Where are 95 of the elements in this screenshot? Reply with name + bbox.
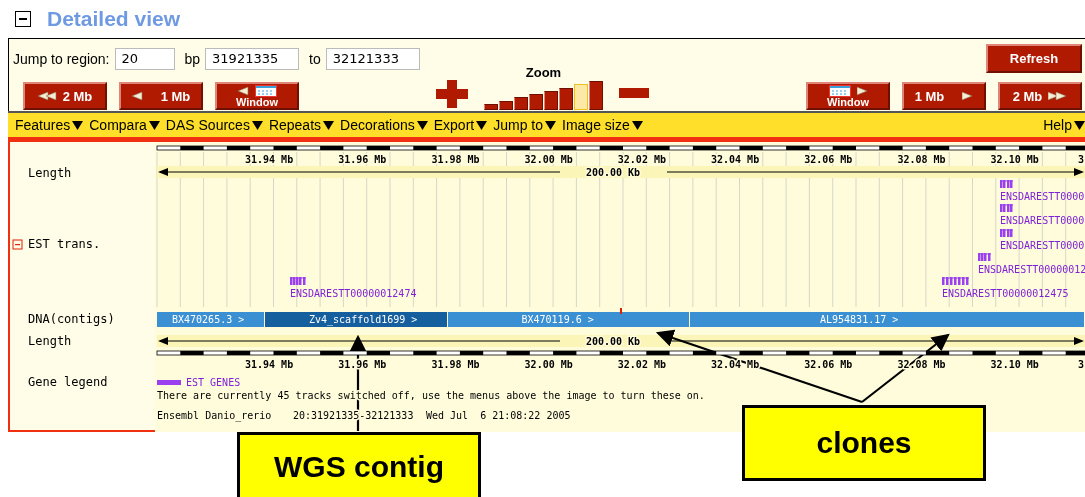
transcript-drawing: [977, 253, 992, 261]
menu-item[interactable]: Repeats: [268, 117, 335, 133]
zoom-level-button[interactable]: [559, 87, 573, 110]
zoom-level-button[interactable]: [499, 100, 513, 110]
callout-label: clones: [742, 405, 986, 481]
tick-label: 31.94 Mb: [245, 154, 294, 165]
transcript-drawing: [941, 277, 970, 285]
transcript-label: ENSDARESTT00000012474: [290, 288, 417, 299]
contig-label: BX470265.3 >: [172, 314, 245, 325]
length-label: 200.00 Kb: [585, 167, 641, 178]
legend-swatch: [157, 380, 181, 385]
track-toggle[interactable]: [12, 239, 23, 250]
track-label: DNA(contigs): [28, 312, 115, 326]
footer-text: Wed Jul 6 21:08:22 2005: [426, 410, 571, 421]
to-label: to: [309, 50, 321, 67]
transcript-drawing: [999, 229, 1014, 237]
track-label: Length: [28, 166, 72, 180]
zoom-in-button[interactable]: [436, 80, 468, 108]
position-marker: [620, 308, 622, 314]
chromosome-field[interactable]: 20: [114, 47, 175, 70]
tick-label: 32.02 Mb: [617, 154, 666, 165]
window-forward-button[interactable]: Window: [806, 82, 890, 110]
section-title: Detailed view: [47, 7, 181, 31]
back-button[interactable]: 1 Mb: [119, 82, 203, 110]
caret-icon: [323, 120, 335, 130]
tick-label: 31.98 Mb: [431, 359, 480, 370]
tick-label: 3: [1078, 154, 1085, 165]
double-arrow-right-icon: [1048, 91, 1068, 101]
caret-icon: [476, 120, 488, 130]
end-field[interactable]: 32121333: [325, 47, 420, 70]
caret-icon: [251, 120, 263, 130]
zoom-level-button[interactable]: [589, 80, 603, 110]
transcript-drawing: [999, 204, 1014, 212]
transcript-label: ENSDARESTT0000: [1000, 191, 1085, 202]
tick-label: 32.08 Mb: [897, 154, 946, 165]
contig-label: AL954831.17 >: [820, 314, 899, 325]
zoom-label: Zoom: [525, 64, 562, 80]
caret-icon: [1074, 120, 1085, 130]
window-icon: [254, 84, 277, 97]
menu-item[interactable]: Image size: [562, 117, 643, 133]
arrow-right-icon: [856, 85, 868, 96]
forward-button[interactable]: 1 Mb: [902, 82, 986, 110]
window-back-button[interactable]: Window: [215, 82, 299, 110]
transcript-label: ENSDARESTT00000012475: [942, 288, 1069, 299]
tick-label: 31.94 Mb: [245, 359, 294, 370]
track-label: Gene legend: [28, 375, 108, 389]
menu-item[interactable]: Help: [1043, 117, 1085, 133]
menu-item[interactable]: Decorations: [340, 117, 428, 133]
tick-label: 31.98 Mb: [431, 154, 480, 165]
tick-label: 3: [1078, 359, 1085, 370]
arrow-right-icon: [962, 91, 974, 101]
back-button[interactable]: 2 Mb: [23, 82, 107, 110]
tick-label: 32.00 Mb: [524, 154, 573, 165]
arrow-left-icon: [131, 91, 143, 101]
tick-label: 32.10 Mb: [990, 154, 1039, 165]
menu-item[interactable]: Export: [433, 117, 488, 133]
track-label: Length: [28, 334, 72, 348]
transcript-drawing: [289, 277, 307, 285]
zoom-level-button[interactable]: [544, 90, 558, 110]
contig-label: Zv4_scaffold1699 >: [309, 314, 418, 325]
track-label: EST trans.: [28, 237, 101, 251]
transcript-label: ENSDARESTT0000: [1000, 240, 1085, 251]
tick-label: 32.10 Mb: [990, 359, 1039, 370]
footer-text: Ensembl Danio_rerio: [157, 410, 272, 421]
menu-item[interactable]: Features: [15, 117, 84, 133]
callout-label: WGS contig: [237, 432, 481, 497]
bp-label: bp: [184, 50, 201, 67]
caret-icon: [545, 120, 557, 130]
start-field[interactable]: 31921335: [205, 47, 300, 70]
transcript-label: ENSDARESTT0000: [1000, 215, 1085, 226]
tick-label: 32.02 Mb: [617, 359, 666, 370]
double-arrow-left-icon: [37, 91, 57, 101]
transcript-drawing: [999, 180, 1014, 188]
tick-label: 31.96 Mb: [338, 154, 387, 165]
tick-label: 32.06 Mb: [804, 359, 853, 370]
legend-label: EST GENES: [186, 377, 241, 388]
transcript-label: ENSDARESTT00000012: [978, 264, 1085, 275]
collapse-toggle[interactable]: [15, 11, 31, 27]
menu-item[interactable]: DAS Sources: [165, 117, 263, 133]
caret-icon: [416, 120, 428, 130]
caret-icon: [72, 120, 84, 130]
tick-label: 32.00 Mb: [524, 359, 573, 370]
caret-icon: [148, 120, 160, 130]
tick-label: 32.04 Mb: [711, 154, 760, 165]
refresh-button[interactable]: Refresh: [986, 44, 1082, 73]
arrow-left-icon: [237, 85, 249, 96]
tick-label: 32.06 Mb: [804, 154, 853, 165]
region-label: Jump to region:: [13, 50, 110, 67]
menu-item[interactable]: Jump to: [493, 117, 557, 133]
menu-item[interactable]: Compara: [89, 117, 160, 133]
caret-icon: [631, 120, 643, 130]
length-label: 200.00 Kb: [585, 336, 641, 347]
forward-button[interactable]: 2 Mb: [998, 82, 1082, 110]
window-icon: [828, 84, 851, 97]
contig-label: BX470119.6 >: [521, 314, 594, 325]
